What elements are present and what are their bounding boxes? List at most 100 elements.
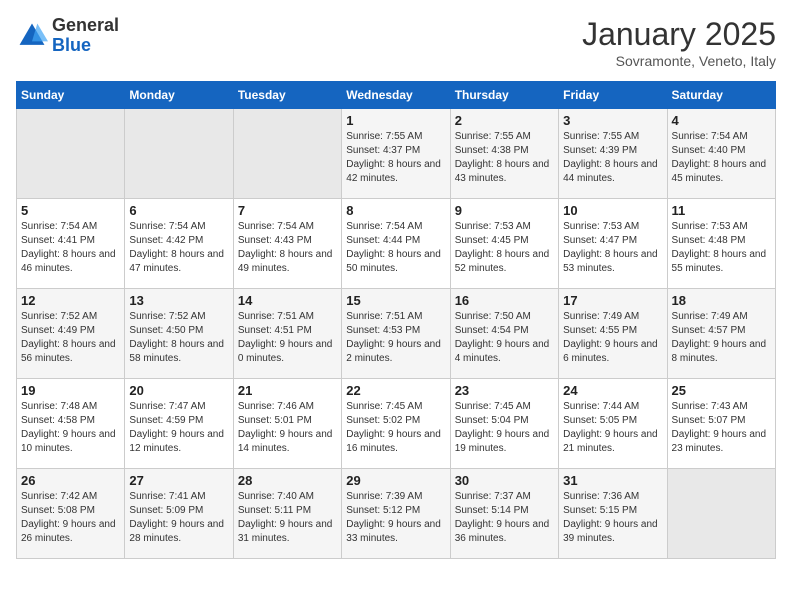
day-info: Sunrise: 7:51 AMSunset: 4:53 PMDaylight:… xyxy=(346,310,445,366)
day-info: Sunrise: 7:43 AMSunset: 5:07 PMDaylight:… xyxy=(672,400,771,456)
weekday-header-row: SundayMondayTuesdayWednesdayThursdayFrid… xyxy=(17,82,776,109)
day-number: 6 xyxy=(129,203,228,218)
calendar-day-cell: 18 Sunrise: 7:49 AMSunset: 4:57 PMDayligh… xyxy=(667,289,775,379)
calendar-day-cell xyxy=(667,469,775,559)
day-number: 9 xyxy=(455,203,554,218)
calendar-day-cell: 24Sunrise: 7:44 AMSunset: 5:05 PMDayligh… xyxy=(559,379,667,469)
day-number: 24 xyxy=(563,383,662,398)
calendar-table: SundayMondayTuesdayWednesdayThursdayFrid… xyxy=(16,81,776,559)
day-number: 26 xyxy=(21,473,120,488)
calendar-day-cell: 23 Sunrise: 7:45 AMSunset: 5:04 PMDayligh… xyxy=(450,379,558,469)
weekday-header-cell: Friday xyxy=(559,82,667,109)
calendar-day-cell: 9 Sunrise: 7:53 AMSunset: 4:45 PMDaylight… xyxy=(450,199,558,289)
calendar-day-cell: 31 Sunrise: 7:36 AMSunset: 5:15 PMDayligh… xyxy=(559,469,667,559)
location-subtitle: Sovramonte, Veneto, Italy xyxy=(582,53,776,69)
calendar-week-row: 1 Sunrise: 7:55 AMSunset: 4:37 PMDaylight… xyxy=(17,109,776,199)
day-info: Sunrise: 7:40 AMSunset: 5:11 PMDaylight:… xyxy=(238,490,337,546)
day-number: 16 xyxy=(455,293,554,308)
calendar-day-cell xyxy=(233,109,341,199)
day-info: Sunrise: 7:42 AMSunset: 5:08 PMDaylight:… xyxy=(21,490,120,546)
day-info: Sunrise: 7:37 AMSunset: 5:14 PMDaylight:… xyxy=(455,490,554,546)
calendar-week-row: 5Sunrise: 7:54 AMSunset: 4:41 PMDaylight… xyxy=(17,199,776,289)
day-info: Sunrise: 7:54 AMSunset: 4:40 PMDaylight:… xyxy=(672,130,771,186)
day-info: Sunrise: 7:49 AMSunset: 4:55 PMDaylight:… xyxy=(563,310,662,366)
day-info: Sunrise: 7:49 AMSunset: 4:57 PMDaylight:… xyxy=(672,310,771,366)
day-info: Sunrise: 7:54 AMSunset: 4:42 PMDaylight:… xyxy=(129,220,228,276)
calendar-day-cell: 27 Sunrise: 7:41 AMSunset: 5:09 PMDayligh… xyxy=(125,469,233,559)
day-info: Sunrise: 7:54 AMSunset: 4:41 PMDaylight:… xyxy=(21,220,120,276)
calendar-day-cell: 8 Sunrise: 7:54 AMSunset: 4:44 PMDaylight… xyxy=(342,199,450,289)
calendar-day-cell: 1 Sunrise: 7:55 AMSunset: 4:37 PMDaylight… xyxy=(342,109,450,199)
calendar-day-cell: 29 Sunrise: 7:39 AMSunset: 5:12 PMDayligh… xyxy=(342,469,450,559)
logo: General Blue xyxy=(16,16,119,56)
day-number: 28 xyxy=(238,473,337,488)
day-info: Sunrise: 7:53 AMSunset: 4:47 PMDaylight:… xyxy=(563,220,662,276)
day-number: 22 xyxy=(346,383,445,398)
weekday-header-cell: Saturday xyxy=(667,82,775,109)
title-block: January 2025 Sovramonte, Veneto, Italy xyxy=(582,16,776,69)
day-number: 7 xyxy=(238,203,337,218)
day-info: Sunrise: 7:36 AMSunset: 5:15 PMDaylight:… xyxy=(563,490,662,546)
calendar-day-cell: 17Sunrise: 7:49 AMSunset: 4:55 PMDayligh… xyxy=(559,289,667,379)
day-info: Sunrise: 7:55 AMSunset: 4:38 PMDaylight:… xyxy=(455,130,554,186)
day-number: 20 xyxy=(129,383,228,398)
day-number: 10 xyxy=(563,203,662,218)
logo-icon xyxy=(16,20,48,52)
weekday-header-cell: Monday xyxy=(125,82,233,109)
calendar-day-cell xyxy=(17,109,125,199)
day-info: Sunrise: 7:45 AMSunset: 5:02 PMDaylight:… xyxy=(346,400,445,456)
page-header: General Blue January 2025 Sovramonte, Ve… xyxy=(16,16,776,69)
calendar-day-cell: 22 Sunrise: 7:45 AMSunset: 5:02 PMDayligh… xyxy=(342,379,450,469)
calendar-day-cell: 16 Sunrise: 7:50 AMSunset: 4:54 PMDayligh… xyxy=(450,289,558,379)
day-number: 8 xyxy=(346,203,445,218)
calendar-day-cell: 5Sunrise: 7:54 AMSunset: 4:41 PMDaylight… xyxy=(17,199,125,289)
day-number: 25 xyxy=(672,383,771,398)
day-info: Sunrise: 7:52 AMSunset: 4:49 PMDaylight:… xyxy=(21,310,120,366)
day-info: Sunrise: 7:41 AMSunset: 5:09 PMDaylight:… xyxy=(129,490,228,546)
day-number: 29 xyxy=(346,473,445,488)
day-number: 3 xyxy=(563,113,662,128)
day-info: Sunrise: 7:53 AMSunset: 4:48 PMDaylight:… xyxy=(672,220,771,276)
weekday-header-cell: Tuesday xyxy=(233,82,341,109)
calendar-day-cell: 2 Sunrise: 7:55 AMSunset: 4:38 PMDaylight… xyxy=(450,109,558,199)
calendar-day-cell: 13Sunrise: 7:52 AMSunset: 4:50 PMDayligh… xyxy=(125,289,233,379)
calendar-week-row: 26 Sunrise: 7:42 AMSunset: 5:08 PMDayligh… xyxy=(17,469,776,559)
day-info: Sunrise: 7:51 AMSunset: 4:51 PMDaylight:… xyxy=(238,310,337,366)
day-info: Sunrise: 7:39 AMSunset: 5:12 PMDaylight:… xyxy=(346,490,445,546)
day-info: Sunrise: 7:54 AMSunset: 4:44 PMDaylight:… xyxy=(346,220,445,276)
day-info: Sunrise: 7:45 AMSunset: 5:04 PMDaylight:… xyxy=(455,400,554,456)
day-number: 23 xyxy=(455,383,554,398)
calendar-day-cell: 28 Sunrise: 7:40 AMSunset: 5:11 PMDayligh… xyxy=(233,469,341,559)
day-number: 15 xyxy=(346,293,445,308)
day-number: 13 xyxy=(129,293,228,308)
day-number: 11 xyxy=(672,203,771,218)
month-title: January 2025 xyxy=(582,16,776,53)
day-number: 30 xyxy=(455,473,554,488)
day-info: Sunrise: 7:46 AMSunset: 5:01 PMDaylight:… xyxy=(238,400,337,456)
day-info: Sunrise: 7:55 AMSunset: 4:39 PMDaylight:… xyxy=(563,130,662,186)
calendar-day-cell: 7 Sunrise: 7:54 AMSunset: 4:43 PMDaylight… xyxy=(233,199,341,289)
logo-blue: Blue xyxy=(52,35,91,55)
day-info: Sunrise: 7:53 AMSunset: 4:45 PMDaylight:… xyxy=(455,220,554,276)
calendar-day-cell: 3 Sunrise: 7:55 AMSunset: 4:39 PMDaylight… xyxy=(559,109,667,199)
day-number: 2 xyxy=(455,113,554,128)
calendar-day-cell: 4 Sunrise: 7:54 AMSunset: 4:40 PMDaylight… xyxy=(667,109,775,199)
day-number: 27 xyxy=(129,473,228,488)
day-number: 31 xyxy=(563,473,662,488)
day-info: Sunrise: 7:50 AMSunset: 4:54 PMDaylight:… xyxy=(455,310,554,366)
weekday-header-cell: Sunday xyxy=(17,82,125,109)
day-number: 4 xyxy=(672,113,771,128)
calendar-day-cell: 20Sunrise: 7:47 AMSunset: 4:59 PMDayligh… xyxy=(125,379,233,469)
logo-text: General Blue xyxy=(52,16,119,56)
calendar-day-cell: 6 Sunrise: 7:54 AMSunset: 4:42 PMDaylight… xyxy=(125,199,233,289)
day-info: Sunrise: 7:55 AMSunset: 4:37 PMDaylight:… xyxy=(346,130,445,186)
calendar-day-cell: 11 Sunrise: 7:53 AMSunset: 4:48 PMDayligh… xyxy=(667,199,775,289)
day-number: 18 xyxy=(672,293,771,308)
calendar-day-cell: 15 Sunrise: 7:51 AMSunset: 4:53 PMDayligh… xyxy=(342,289,450,379)
calendar-day-cell: 26 Sunrise: 7:42 AMSunset: 5:08 PMDayligh… xyxy=(17,469,125,559)
day-number: 21 xyxy=(238,383,337,398)
calendar-day-cell xyxy=(125,109,233,199)
day-info: Sunrise: 7:54 AMSunset: 4:43 PMDaylight:… xyxy=(238,220,337,276)
day-number: 1 xyxy=(346,113,445,128)
day-number: 12 xyxy=(21,293,120,308)
